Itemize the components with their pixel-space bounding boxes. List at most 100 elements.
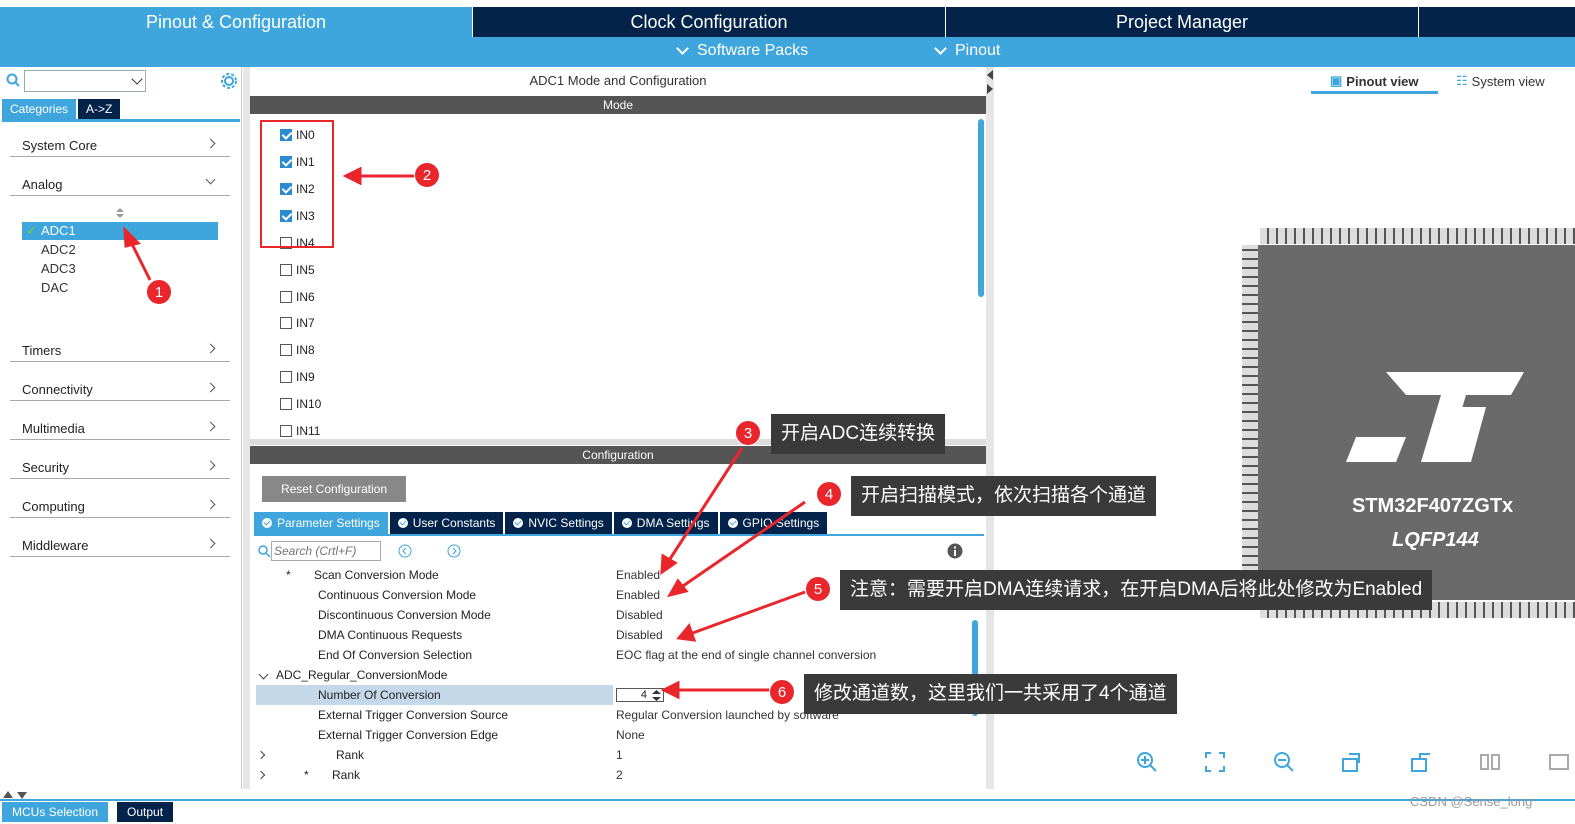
rotate-right-icon[interactable] bbox=[1341, 751, 1363, 773]
tab-categories[interactable]: Categories bbox=[2, 99, 77, 119]
check-icon: ✓ bbox=[26, 223, 37, 238]
category-analog[interactable]: Analog bbox=[10, 171, 230, 196]
tab-label: Parameter Settings bbox=[277, 516, 380, 530]
category-connectivity[interactable]: Connectivity bbox=[10, 376, 230, 401]
zoom-out-icon[interactable] bbox=[1273, 751, 1295, 773]
tab-user-constants[interactable]: User Constants bbox=[389, 512, 504, 534]
param-name: Continuous Conversion Mode bbox=[318, 588, 477, 602]
rotate-left-icon[interactable] bbox=[1410, 751, 1432, 773]
channel-in6[interactable]: IN6 bbox=[280, 287, 315, 307]
analog-item-adc1[interactable]: ✓ ADC1 bbox=[22, 222, 218, 240]
parameter-search-input[interactable] bbox=[271, 541, 381, 561]
category-system-core[interactable]: System Core bbox=[10, 132, 230, 157]
channel-in9[interactable]: IN9 bbox=[280, 367, 315, 387]
search-combo[interactable] bbox=[24, 70, 146, 92]
param-row[interactable]: Rank 1 bbox=[256, 745, 976, 765]
tab-parameter-settings[interactable]: Parameter Settings bbox=[254, 512, 388, 534]
checkbox[interactable] bbox=[280, 425, 292, 437]
chevron-down-icon bbox=[934, 42, 947, 55]
bottom-bar: MCUs Selection Output CSDN @Sense_long bbox=[0, 789, 1575, 824]
analog-item-dac[interactable]: DAC bbox=[22, 279, 218, 297]
panel-title: ADC1 Mode and Configuration bbox=[529, 73, 707, 88]
param-name: Number Of Conversion bbox=[318, 688, 441, 702]
channel-in8[interactable]: IN8 bbox=[280, 340, 315, 360]
software-packs-label: Software Packs bbox=[697, 42, 809, 59]
category-timers[interactable]: Timers bbox=[10, 337, 230, 362]
checkbox[interactable] bbox=[280, 264, 292, 276]
gear-icon[interactable] bbox=[220, 72, 238, 90]
info-icon[interactable] bbox=[947, 543, 963, 559]
param-value: EOC flag at the end of single channel co… bbox=[616, 648, 877, 662]
param-row[interactable]: External Trigger Conversion Edge None bbox=[256, 725, 976, 745]
pin-strip-top[interactable] bbox=[1260, 228, 1575, 244]
checkbox[interactable] bbox=[280, 398, 292, 410]
software-packs-menu[interactable]: Software Packs bbox=[676, 42, 809, 60]
reset-configuration-button[interactable]: Reset Configuration bbox=[262, 476, 406, 502]
stepper-arrows-icon[interactable] bbox=[652, 690, 661, 701]
param-row[interactable]: * Rank 2 bbox=[256, 765, 976, 785]
checkbox[interactable] bbox=[280, 371, 292, 383]
search-icon bbox=[6, 73, 20, 87]
search-row bbox=[4, 70, 240, 92]
category-security[interactable]: Security bbox=[10, 454, 230, 479]
param-row[interactable]: DMA Continuous Requests Disabled bbox=[256, 625, 976, 645]
analog-item-adc3[interactable]: ADC3 bbox=[22, 260, 218, 278]
collapse-arrows-icon[interactable] bbox=[986, 70, 994, 96]
tab-pinout-view[interactable]: ▣ Pinout view bbox=[1330, 73, 1419, 89]
item-label: DAC bbox=[41, 280, 69, 295]
channel-in5[interactable]: IN5 bbox=[280, 260, 315, 280]
checkbox[interactable] bbox=[280, 291, 292, 303]
checkbox[interactable] bbox=[280, 317, 292, 329]
pinout-menu[interactable]: Pinout bbox=[934, 42, 1000, 60]
tab-project-manager[interactable]: Project Manager bbox=[946, 7, 1418, 37]
tab-output[interactable]: Output bbox=[117, 802, 174, 822]
param-row[interactable]: End Of Conversion Selection EOC flag at t… bbox=[256, 645, 976, 665]
tab-system-view[interactable]: ☷ System view bbox=[1456, 73, 1545, 89]
channel-in10[interactable]: IN10 bbox=[280, 394, 321, 414]
chip-package: LQFP144 bbox=[1392, 529, 1479, 551]
check-circle-icon bbox=[727, 518, 738, 528]
tab-a-z[interactable]: A->Z bbox=[78, 99, 121, 119]
channel-in11[interactable]: IN11 bbox=[280, 421, 320, 441]
previous-icon[interactable] bbox=[398, 544, 412, 558]
flip-icon[interactable] bbox=[1479, 751, 1501, 773]
category-label: Timers bbox=[22, 343, 62, 358]
divider bbox=[0, 799, 1575, 801]
param-name: DMA Continuous Requests bbox=[318, 628, 463, 642]
param-name: Rank bbox=[336, 748, 365, 762]
tab-gpio-settings[interactable]: GPIO Settings bbox=[719, 512, 828, 534]
sort-icon[interactable] bbox=[115, 207, 125, 219]
channel-in7[interactable]: IN7 bbox=[280, 313, 315, 333]
category-computing[interactable]: Computing bbox=[10, 493, 230, 518]
tab-nvic-settings[interactable]: NVIC Settings bbox=[505, 512, 612, 534]
category-label: System Core bbox=[22, 138, 98, 153]
layout-icon[interactable] bbox=[1548, 751, 1570, 773]
group-name: ADC_Regular_ConversionMode bbox=[276, 668, 448, 682]
annotation-note-3: 开启ADC连续转换 bbox=[771, 414, 946, 454]
analog-item-adc2[interactable]: ADC2 bbox=[22, 241, 218, 259]
pin-strip-left[interactable] bbox=[1242, 245, 1258, 600]
annotation-badge-1: 1 bbox=[146, 279, 172, 305]
tab-mcus-selection[interactable]: MCUs Selection bbox=[2, 802, 109, 822]
tab-dma-settings[interactable]: DMA Settings bbox=[613, 512, 718, 534]
category-middleware[interactable]: Middleware bbox=[10, 532, 230, 557]
fit-screen-icon[interactable] bbox=[1204, 751, 1226, 773]
category-multimedia[interactable]: Multimedia bbox=[10, 415, 230, 440]
checkbox[interactable] bbox=[280, 344, 292, 356]
check-circle-icon bbox=[621, 518, 632, 528]
number-of-conversion-stepper[interactable]: 4 bbox=[616, 688, 664, 702]
chip-name: STM32F407ZGTx bbox=[1352, 495, 1514, 517]
sub-menu-bar: Software Packs Pinout bbox=[0, 37, 1575, 67]
mode-scrollbar[interactable] bbox=[978, 119, 984, 297]
param-value: Disabled bbox=[616, 608, 663, 622]
channel-label: IN7 bbox=[296, 316, 315, 330]
category-label: Multimedia bbox=[22, 421, 85, 436]
search-icon bbox=[258, 545, 271, 558]
next-icon[interactable] bbox=[447, 544, 461, 558]
tab-clock-configuration[interactable]: Clock Configuration bbox=[473, 7, 945, 37]
tab-pinout-configuration[interactable]: Pinout & Configuration bbox=[0, 7, 472, 37]
tab-tools[interactable] bbox=[1419, 7, 1575, 37]
zoom-in-icon[interactable] bbox=[1136, 751, 1158, 773]
splitter[interactable] bbox=[243, 67, 250, 789]
chevron-down-icon bbox=[205, 174, 216, 185]
